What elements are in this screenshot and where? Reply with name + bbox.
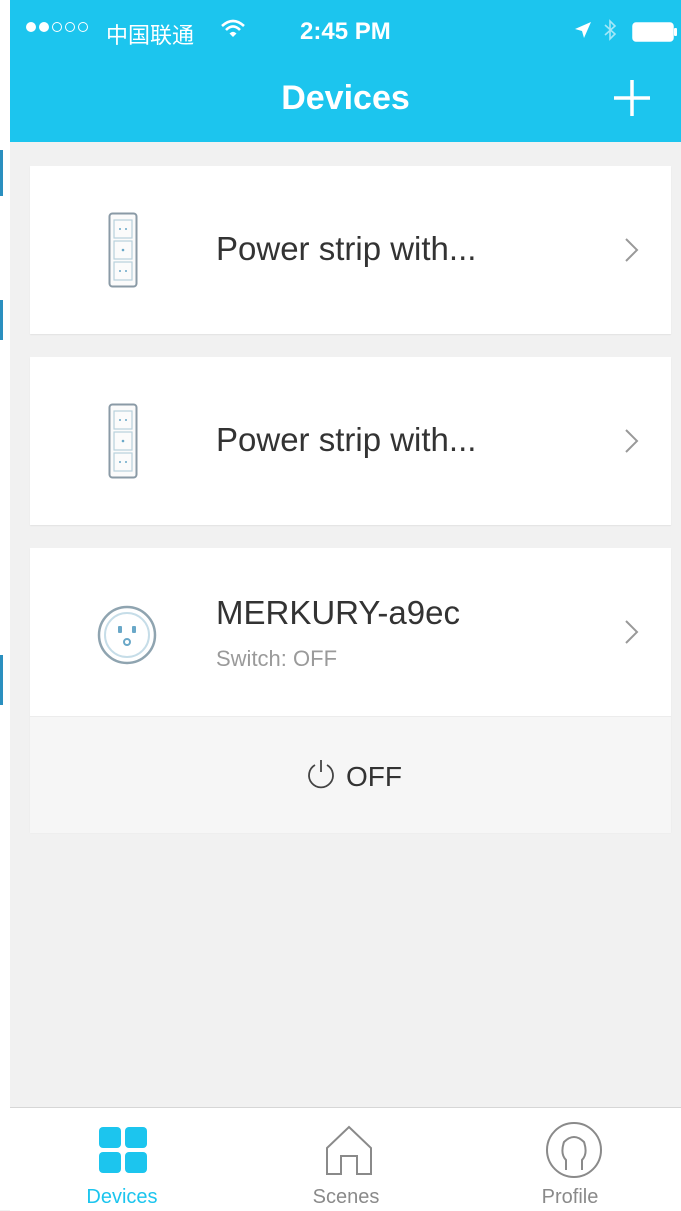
- edge-mark: [0, 300, 3, 340]
- person-icon: [544, 1120, 604, 1185]
- wifi-icon: [220, 18, 246, 45]
- header: 中国联通 2:45 PM Devices: [10, 0, 681, 142]
- page-title: Devices: [281, 79, 410, 117]
- tab-label: Devices: [86, 1186, 158, 1208]
- edge-mark: [0, 655, 3, 705]
- tab-label: Profile: [541, 1186, 599, 1208]
- chevron-right-icon: [624, 618, 640, 651]
- bluetooth-icon: [602, 18, 618, 47]
- grid-icon: [98, 1126, 148, 1179]
- status-bar: 中国联通 2:45 PM: [10, 10, 681, 50]
- tab-scenes[interactable]: Scenes: [234, 1108, 458, 1211]
- left-edge: [0, 0, 10, 1210]
- device-row[interactable]: MERKURY-a9ec Switch: OFF: [30, 548, 671, 716]
- power-strip-icon: [108, 403, 138, 484]
- tab-devices[interactable]: Devices: [10, 1108, 234, 1211]
- chevron-right-icon: [624, 236, 640, 269]
- tab-bar: Devices Scenes Profile: [10, 1107, 681, 1211]
- status-time: 2:45 PM: [300, 18, 391, 45]
- device-card[interactable]: Power strip with...: [30, 357, 671, 525]
- edge-mark: [0, 150, 3, 196]
- tab-profile[interactable]: Profile: [458, 1108, 681, 1211]
- plus-icon: [614, 80, 650, 116]
- device-card: MERKURY-a9ec Switch: OFF OFF: [30, 548, 671, 833]
- device-name: Power strip with...: [216, 230, 477, 267]
- location-arrow-icon: [573, 20, 593, 45]
- add-device-button[interactable]: [610, 76, 654, 120]
- power-label: OFF: [346, 760, 402, 792]
- device-card[interactable]: Power strip with...: [30, 166, 671, 334]
- carrier-name: 中国联通: [106, 23, 195, 48]
- power-icon: [304, 757, 338, 796]
- chevron-right-icon: [624, 427, 640, 460]
- device-status: Switch: OFF: [216, 646, 338, 671]
- device-name: MERKURY-a9ec: [216, 594, 460, 631]
- power-toggle-button[interactable]: OFF: [30, 716, 671, 833]
- power-strip-icon: [108, 212, 138, 293]
- smart-plug-icon: [96, 604, 158, 671]
- device-name: Power strip with...: [216, 421, 477, 458]
- battery-icon: [632, 22, 678, 47]
- home-icon: [322, 1122, 376, 1183]
- tab-label: Scenes: [312, 1186, 380, 1208]
- signal-strength-icon: [26, 22, 88, 32]
